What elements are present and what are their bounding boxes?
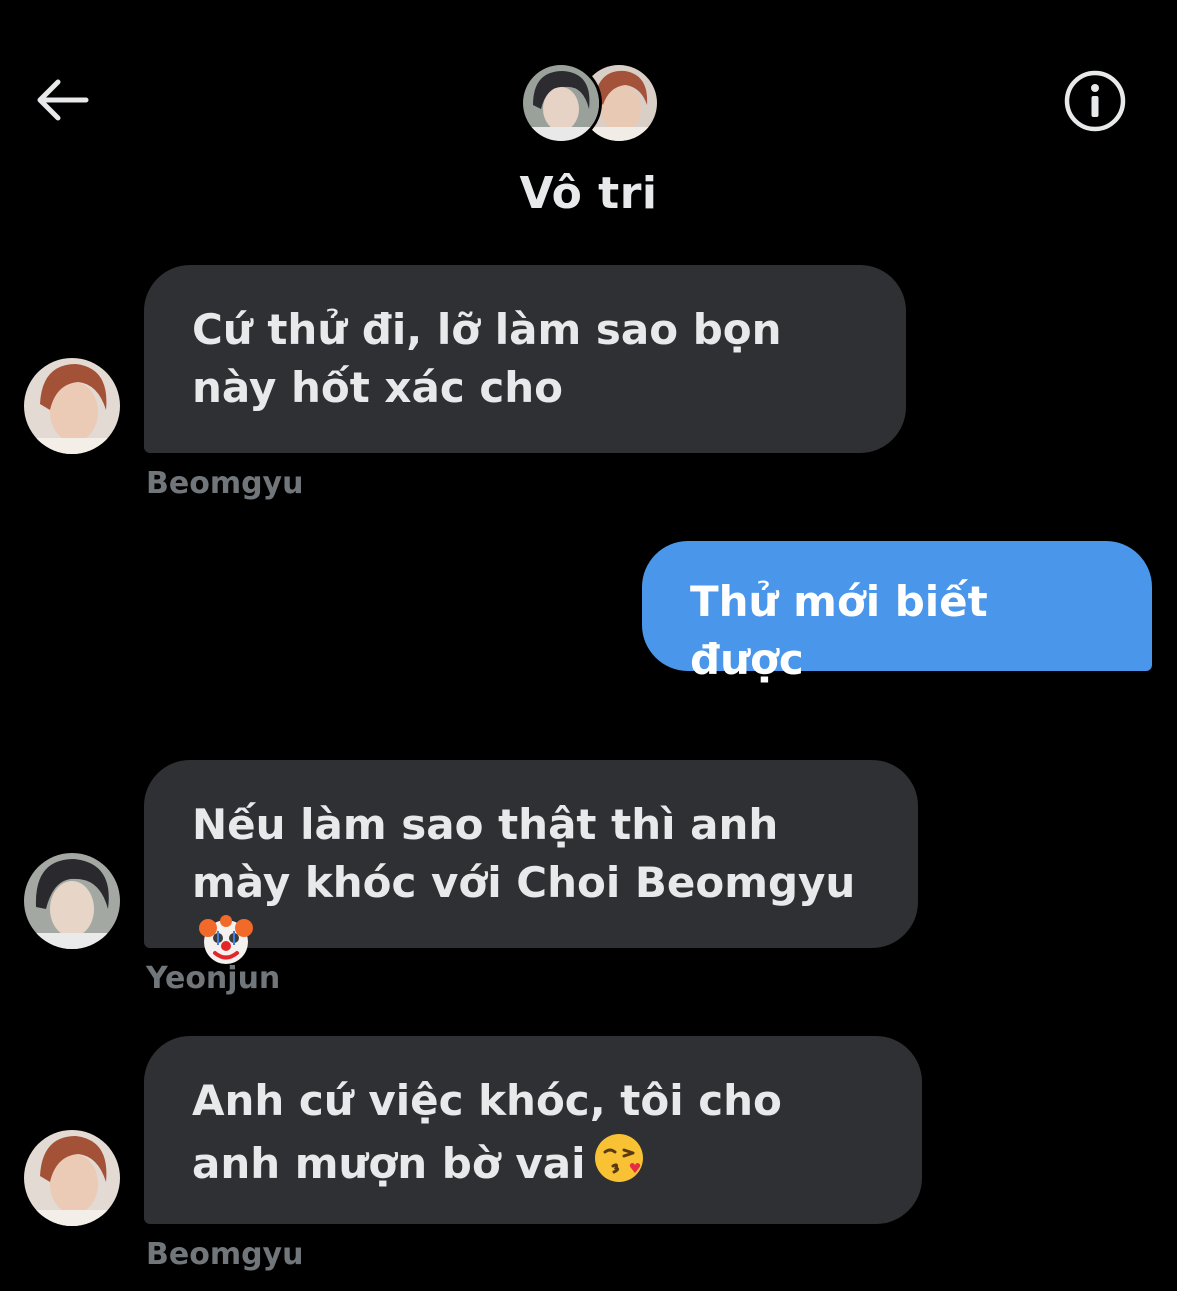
message-bubble-incoming[interactable]: Nếu làm sao thật thì anh mày khóc với Ch… <box>144 760 918 964</box>
avatar-yeonjun[interactable] <box>24 853 120 949</box>
conversation-title: Vô tri <box>519 168 658 219</box>
message-text: Anh cứ việc khóc, tôi cho anh mượn bờ va… <box>192 1076 782 1188</box>
group-avatar[interactable] <box>520 58 660 144</box>
message-text: Cứ thử đi, lỡ làm sao bọn này hốt xác ch… <box>192 305 782 412</box>
clown-face-icon <box>198 912 254 968</box>
message-sender-name: Beomgyu <box>146 1237 304 1272</box>
avatar-beomgyu[interactable] <box>24 1130 120 1226</box>
avatar-beomgyu[interactable] <box>24 358 120 454</box>
info-button[interactable] <box>1062 68 1128 134</box>
message-sender-name: Yeonjun <box>146 961 281 996</box>
message-text: Nếu làm sao thật thì anh mày khóc với Ch… <box>192 800 856 907</box>
back-button[interactable] <box>28 70 94 130</box>
message-sender-name: Beomgyu <box>146 466 304 501</box>
info-circle-icon <box>1064 70 1126 132</box>
member-avatar-yeonjun <box>520 62 602 144</box>
arrow-left-icon <box>37 79 89 121</box>
face-blowing-kiss-icon <box>591 1130 647 1186</box>
message-bubble-outgoing[interactable]: Thử mới biết được <box>642 541 1152 684</box>
message-bubble-incoming[interactable]: Cứ thử đi, lỡ làm sao bọn này hốt xác ch… <box>144 265 906 453</box>
message-text: Thử mới biết được <box>690 577 988 684</box>
message-bubble-incoming[interactable]: Anh cứ việc khóc, tôi cho anh mượn bờ va… <box>144 1036 922 1224</box>
